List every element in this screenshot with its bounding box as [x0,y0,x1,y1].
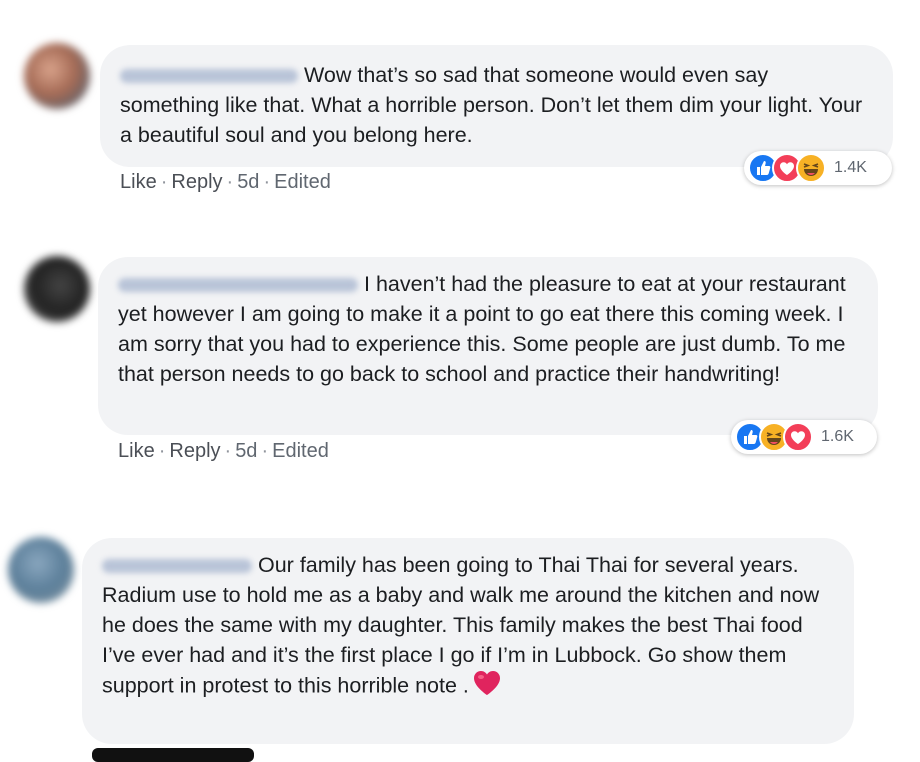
avatar[interactable] [24,256,90,322]
comment-bubble: Our family has been going to Thai Thai f… [82,538,854,744]
avatar[interactable] [24,43,90,109]
comment-bubble: Wow that’s so sad that someone would eve… [100,45,893,167]
comment-actions: Like · Reply · 5d · Edited [120,171,331,194]
commenter-name-blurred[interactable] [120,69,298,84]
reactions-summary[interactable]: 1.4K [744,151,892,185]
reply-link[interactable]: Reply [171,171,222,193]
separator: · [263,171,271,193]
reply-link[interactable]: Reply [169,440,220,462]
love-icon [783,422,813,452]
avatar[interactable] [8,537,74,603]
comment-text: Our family has been going to Thai Thai f… [102,553,820,698]
separator: · [158,440,166,462]
commenter-name-blurred[interactable] [102,559,252,574]
edited-label[interactable]: Edited [274,171,331,193]
reaction-icons [735,422,813,452]
reactions-summary[interactable]: 1.6K [731,420,877,454]
timestamp[interactable]: 5d [237,171,259,193]
separator: · [160,171,168,193]
separator: · [261,440,269,462]
heart-emoji-icon [473,670,501,704]
separator: · [226,171,234,193]
comment-bubble: I haven’t had the pleasure to eat at you… [98,257,878,435]
separator: · [224,440,232,462]
like-link[interactable]: Like [118,440,155,462]
reaction-icons [748,153,826,183]
edited-label[interactable]: Edited [272,440,329,462]
like-link[interactable]: Like [120,171,157,193]
commenter-name-blurred[interactable] [118,278,358,293]
reaction-count: 1.6K [821,428,854,445]
comment-actions: Like · Reply · 5d · Edited [118,440,329,463]
reaction-count: 1.4K [834,159,867,176]
timestamp[interactable]: 5d [235,440,257,462]
next-element-partial [92,748,254,762]
haha-icon [796,153,826,183]
